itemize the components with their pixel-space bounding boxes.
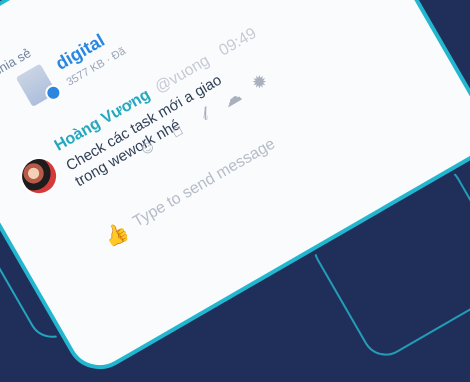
avatar <box>13 150 66 203</box>
message-time: 09:49 <box>216 24 260 60</box>
document-icon <box>15 63 57 108</box>
thumbs-up-icon[interactable]: 👍 <box>100 220 133 252</box>
